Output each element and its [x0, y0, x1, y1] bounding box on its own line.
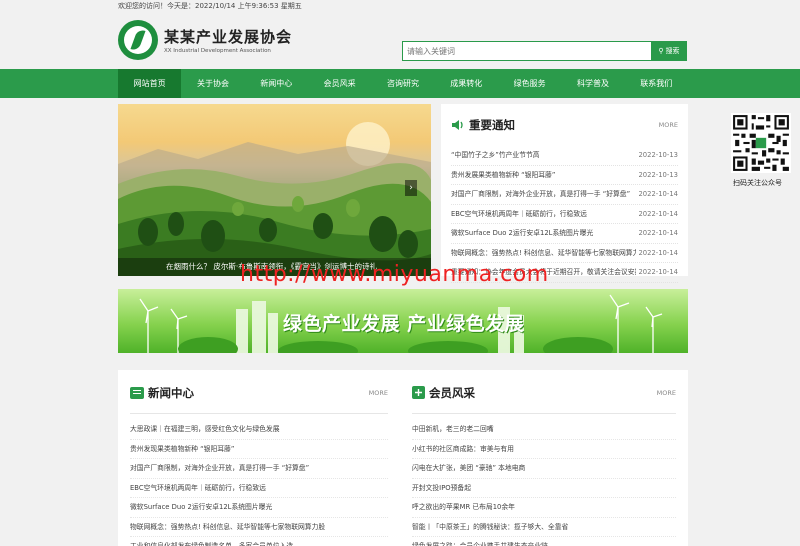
- notice-item[interactable]: 微软Surface Duo 2运行安卓12L系统图片曝光 2022-10-14: [451, 224, 678, 244]
- news-item[interactable]: 大思政课｜在福建三明，感受红色文化与绿色发展: [130, 420, 388, 440]
- news-item[interactable]: 物联网概念：强势热点! 科创信息、延华智能等七家物联网算力股: [130, 518, 388, 537]
- search-icon: ⚲: [658, 47, 664, 55]
- news-list: 大思政课｜在福建三明，感受红色文化与绿色发展 贵州发现果类植物新种 “银阳耳藤”…: [130, 420, 388, 546]
- important-notices-panel: 重要通知 MORE “中国竹子之乡”竹产业节节高 2022-10-13 贵州发展果…: [441, 104, 688, 283]
- main-nav: 网站首页 关于协会 新闻中心 会员风采 咨询研究 成果转化 绿色服务 科学普及 …: [0, 69, 800, 98]
- news-header: 新闻中心 MORE: [130, 384, 388, 414]
- notice-item-title[interactable]: 贵州发展果类植物新种 “银阳耳藤”: [451, 166, 636, 185]
- association-english-name: XX Industrial Development Association: [164, 48, 271, 54]
- notice-item[interactable]: 物联网概念：强势热点! 科创信息、延华智能等七家物联网算力 2022-10-14: [451, 244, 678, 263]
- notice-item-date: 2022-10-14: [638, 209, 678, 218]
- news-center-panel: 新闻中心 MORE 大思政课｜在福建三明，感受红色文化与绿色发展 贵州发现果类植…: [118, 370, 400, 546]
- notice-item-date: 2022-10-14: [638, 248, 678, 257]
- newspaper-icon: [130, 386, 144, 399]
- leaf-logo-icon: [118, 20, 158, 60]
- notice-item-title[interactable]: 对国产厂商限制，对海外企业开放，真是打得一手 “好算盘”: [451, 185, 636, 204]
- search-button-label: 搜索: [665, 47, 680, 55]
- search-bar: ⚲ 搜索: [402, 41, 687, 61]
- nav-item-about[interactable]: 关于协会: [181, 69, 244, 98]
- members-list: 中田新机，老三的老二回嘴 小红书的社区商成路：审美与有用 闪电在大扩张，美团 “…: [412, 420, 676, 546]
- news-more-link[interactable]: MORE: [369, 389, 388, 397]
- member-item[interactable]: 呼之欲出的苹果MR 已布局10余年: [412, 498, 676, 518]
- members-icon: [412, 386, 425, 399]
- news-item[interactable]: 对国产厂商限制，对海外企业开放，真是打得一手 “好算盘”: [130, 459, 388, 479]
- notice-more-link[interactable]: MORE: [659, 121, 678, 129]
- notice-item[interactable]: “中国竹子之乡”竹产业节节高 2022-10-13: [451, 146, 678, 166]
- notice-item-date: 2022-10-13: [638, 170, 678, 179]
- news-item[interactable]: EBC空气环境机两周年｜砥砺前行，行稳致远: [130, 479, 388, 498]
- speaker-icon: [452, 120, 463, 130]
- notice-item[interactable]: 对国产厂商限制，对海外企业开放，真是打得一手 “好算盘” 2022-10-14: [451, 185, 678, 205]
- hero-slideshow[interactable]: › 在烟雨什么？ 皮尔斯·布鲁斯南领衔，《霸宫当》剑运博士的诗礼: [118, 104, 431, 276]
- site-logo[interactable]: 某某产业发展协会 XX Industrial Development Assoc…: [118, 20, 292, 60]
- search-input[interactable]: [402, 41, 651, 61]
- notice-item-date: 2022-10-14: [638, 229, 678, 237]
- slide-next-arrow[interactable]: ›: [405, 180, 417, 196]
- nav-item-consulting[interactable]: 咨询研究: [371, 69, 434, 98]
- green-banner-slogan: 绿色产业发展 产业绿色发展: [283, 313, 525, 335]
- news-item[interactable]: 微软Surface Duo 2运行安卓12L系统图片曝光: [130, 498, 388, 518]
- watermark-url: http://www.miyuanma.com: [240, 262, 549, 287]
- news-item[interactable]: 贵州发现果类植物新种 “银阳耳藤”: [130, 440, 388, 459]
- member-item[interactable]: 绿色发展之路：会员企业携手共建生态产业链: [412, 537, 676, 546]
- notice-header: 重要通知 MORE: [451, 116, 678, 134]
- welcome-bar: 欢迎您的访问！今天是：2022/10/14 上午9:36:53 星期五: [118, 2, 302, 10]
- notice-item-title[interactable]: “中国竹子之乡”竹产业节节高: [451, 146, 636, 165]
- member-item[interactable]: 中田新机，老三的老二回嘴: [412, 420, 676, 440]
- member-item[interactable]: 小红书的社区商成路：审美与有用: [412, 440, 676, 459]
- member-item[interactable]: 闪电在大扩张，美团 “豪驰” 本地电商: [412, 459, 676, 479]
- notice-item-date: 2022-10-14: [638, 268, 678, 276]
- news-item[interactable]: 工业和信息化部发布绿色制造名单，多家会员单位入选: [130, 537, 388, 546]
- notice-title: 重要通知: [469, 118, 515, 132]
- nav-item-members[interactable]: 会员风采: [308, 69, 371, 98]
- notice-item-title[interactable]: 微软Surface Duo 2运行安卓12L系统图片曝光: [451, 224, 636, 243]
- notice-item-title[interactable]: 物联网概念：强势热点! 科创信息、延华智能等七家物联网算力: [451, 244, 636, 263]
- news-title: 新闻中心: [148, 385, 194, 400]
- logo-text: 某某产业发展协会 XX Industrial Development Assoc…: [164, 26, 292, 54]
- notice-item-date: 2022-10-14: [638, 190, 678, 198]
- nav-item-news[interactable]: 新闻中心: [245, 69, 308, 98]
- notice-item[interactable]: EBC空气环境机两周年｜砥砺前行，行稳致远 2022-10-14: [451, 205, 678, 224]
- nav-item-home[interactable]: 网站首页: [118, 69, 182, 98]
- qr-label: 扫码关注公众号: [733, 179, 782, 187]
- members-title: 会员风采: [429, 385, 475, 400]
- landscape-image: [118, 122, 431, 276]
- green-industry-banner[interactable]: 绿色产业发展 产业绿色发展: [118, 289, 688, 353]
- notice-item[interactable]: 贵州发展果类植物新种 “银阳耳藤” 2022-10-13: [451, 166, 678, 185]
- members-more-link[interactable]: MORE: [657, 389, 676, 397]
- nav-item-green-services[interactable]: 绿色服务: [498, 69, 561, 98]
- association-name: 某某产业发展协会: [164, 28, 293, 46]
- member-showcase-panel: 会员风采 MORE 中田新机，老三的老二回嘴 小红书的社区商成路：审美与有用 闪…: [400, 370, 688, 546]
- nav-item-contact[interactable]: 联系我们: [625, 69, 688, 98]
- notice-item-date: 2022-10-13: [638, 151, 678, 159]
- member-item[interactable]: 智能丨「中原茶王」的腾钱秘诀：揽子够大、全靠省: [412, 518, 676, 537]
- search-button[interactable]: ⚲ 搜索: [651, 41, 687, 61]
- nav-item-science[interactable]: 科学普及: [561, 69, 624, 98]
- member-item[interactable]: 开封文投IPO预备起: [412, 479, 676, 498]
- members-header: 会员风采 MORE: [412, 384, 676, 414]
- nav-item-achievements[interactable]: 成果转化: [435, 69, 498, 98]
- notice-item-title[interactable]: EBC空气环境机两周年｜砥砺前行，行稳致远: [451, 205, 636, 224]
- wechat-qr-code: [731, 113, 791, 173]
